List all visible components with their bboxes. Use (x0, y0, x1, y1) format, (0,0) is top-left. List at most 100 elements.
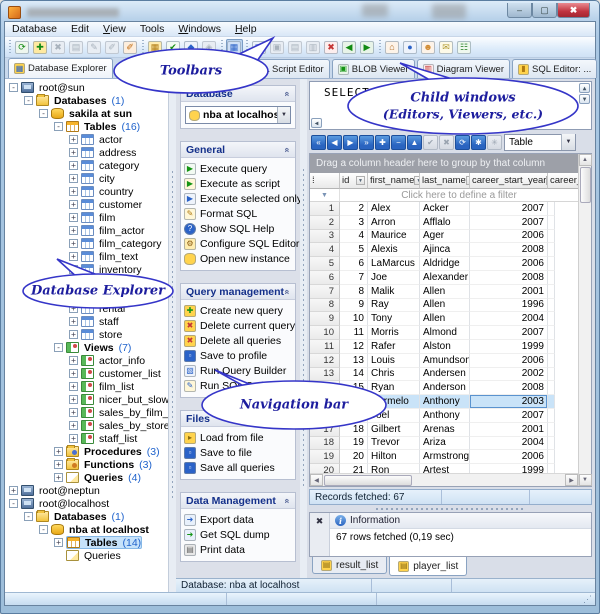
cell[interactable]: 2006 (470, 450, 548, 465)
cell[interactable]: Ajinca (420, 243, 470, 258)
cell[interactable] (548, 298, 555, 313)
cell[interactable]: Gilbert (368, 422, 420, 437)
row-number-cell[interactable]: 12 (310, 353, 340, 368)
scroll-down-icon[interactable]: ▼ (578, 474, 592, 486)
row-number-cell[interactable]: 17 (310, 422, 340, 437)
cell[interactable]: Arenas (420, 422, 470, 437)
vertical-scrollbar[interactable]: ▲ ▼ (578, 154, 592, 486)
navigate-forward-button[interactable]: ▶ (359, 39, 376, 56)
cell[interactable] (548, 408, 555, 423)
cell[interactable]: Tony (368, 312, 420, 327)
tree-expand-toggle[interactable]: - (54, 122, 63, 131)
filter-row[interactable]: ▼ Click here to define a filter (310, 189, 578, 202)
cell[interactable]: Ager (420, 229, 470, 244)
insert-record-button[interactable]: ✚ (375, 134, 390, 150)
nav-item-save-all-queries[interactable]: ▫ Save all queries (184, 460, 293, 475)
cell[interactable]: 11 (340, 326, 368, 340)
cell[interactable]: Anthony (420, 408, 470, 423)
cell[interactable]: Artest (420, 464, 470, 473)
nav-item-create-new-query[interactable]: ✚ Create new query (184, 303, 293, 318)
cell[interactable]: Malik (368, 284, 420, 299)
tree-item-sakila-at-sun[interactable]: - sakila at sun (5, 107, 168, 120)
cell[interactable]: 2001 (470, 422, 548, 437)
cell[interactable]: Ariza (420, 436, 470, 451)
table-row[interactable]: 13 14 Chris Andersen 2002 (310, 367, 578, 382)
tree-expand-toggle[interactable]: + (69, 135, 78, 144)
web-button[interactable]: ● (402, 39, 419, 56)
cell[interactable]: 7 (340, 270, 368, 285)
resize-grip[interactable]: ⋰ (583, 594, 595, 604)
cell[interactable]: Joel (368, 408, 420, 423)
cell[interactable]: LaMarcus (368, 257, 420, 271)
row-number-cell[interactable]: 19 (310, 450, 340, 465)
tree-item-film[interactable]: + film (5, 211, 168, 224)
tab-sql-script-editor[interactable]: ✎ SQL Script Editor (230, 59, 330, 78)
tree-expand-toggle[interactable]: + (69, 174, 78, 183)
row-number-cell[interactable]: 18 (310, 436, 340, 451)
cell[interactable]: 1996 (470, 298, 548, 313)
tree-item-category[interactable]: + category (5, 159, 168, 172)
cell[interactable]: Rafer (368, 339, 420, 354)
tree-expand-toggle[interactable]: - (24, 96, 33, 105)
cell[interactable]: 16 (340, 395, 368, 409)
tree-item-city[interactable]: + city (5, 172, 168, 185)
table-row[interactable]: 12 13 Louis Amundson 2006 (310, 353, 578, 368)
cell[interactable] (548, 229, 555, 244)
section-header[interactable]: Files « (181, 411, 295, 427)
minimize-button[interactable]: – (507, 3, 532, 18)
cell[interactable] (548, 270, 555, 285)
cascade-windows-button[interactable]: ▣ (269, 39, 286, 56)
nav-item-execute-selected-only[interactable]: ▶ Execute selected only (184, 191, 300, 206)
nav-item-show-sql-help[interactable]: ? Show SQL Help (184, 221, 293, 236)
table-row[interactable]: 10 11 Morris Almond 2007 (310, 326, 578, 340)
cell[interactable]: 2006 (470, 229, 548, 244)
table-row[interactable]: 18 19 Trevor Ariza 2004 (310, 436, 578, 451)
section-header[interactable]: Query management « (181, 284, 295, 300)
cell[interactable]: Ray (368, 298, 420, 313)
nav-item-run-sql-script-editor[interactable]: ✎ Run SQL Script Editor (184, 378, 300, 393)
tree-item-film-actor[interactable]: + film_actor (5, 224, 168, 237)
cell[interactable]: 2006 (470, 353, 548, 368)
cell[interactable] (548, 339, 555, 354)
tree-item-nicer-but-slower-film[interactable]: + nicer_but_slower_film (5, 393, 168, 406)
database-properties-button[interactable]: ▤ (68, 39, 85, 56)
tree-item-film-list[interactable]: + film_list (5, 380, 168, 393)
row-number-cell[interactable]: 15 (310, 395, 340, 409)
tree-expand-toggle[interactable]: + (69, 421, 78, 430)
cell[interactable]: Alex (368, 202, 420, 216)
cell[interactable] (548, 312, 555, 327)
row-number-cell[interactable]: 10 (310, 326, 340, 340)
cell[interactable]: Morris (368, 326, 420, 340)
cell[interactable]: Armstrong (420, 450, 470, 465)
tree-expand-toggle[interactable]: - (9, 499, 18, 508)
header-cell-first-name[interactable]: first_name▼ (368, 173, 420, 189)
header-cell-id[interactable]: id ▼ (340, 173, 368, 189)
cell[interactable]: 21 (340, 464, 368, 473)
tree-item-film-category[interactable]: + film_category (5, 237, 168, 250)
cell[interactable]: 10 (340, 312, 368, 327)
tree-item-payment[interactable]: + payment (5, 289, 168, 302)
tree-expand-toggle[interactable]: + (69, 187, 78, 196)
tree-expand-toggle[interactable]: + (69, 226, 78, 235)
tree-expand-toggle[interactable]: + (69, 317, 78, 326)
last-record-button[interactable]: » (359, 134, 374, 150)
post-edit-button[interactable]: ✔ (423, 134, 438, 150)
tree-expand-toggle[interactable]: - (9, 83, 18, 92)
visual-options-button[interactable]: ◆ (183, 39, 200, 56)
tree-item-customer-list[interactable]: + customer_list (5, 367, 168, 380)
cell[interactable]: 18 (340, 422, 368, 437)
tree-expand-toggle[interactable]: + (69, 213, 78, 222)
vscroll-thumb[interactable] (579, 167, 591, 203)
nav-item-load-from-file[interactable]: ▸ Load from file (184, 430, 293, 445)
cell[interactable]: 2004 (470, 312, 548, 327)
tree-expand-toggle[interactable]: + (69, 382, 78, 391)
cell[interactable]: 2007 (470, 202, 548, 216)
cell[interactable]: 2004 (470, 436, 548, 451)
table-row[interactable]: 7 8 Malik Allen 2001 (310, 284, 578, 299)
cell[interactable]: Andersen (420, 367, 470, 382)
header-cell-career-[interactable]: career_▼ (548, 173, 578, 189)
cell[interactable]: Maurice (368, 229, 420, 244)
refresh-button[interactable]: ⟳ (14, 39, 31, 56)
tree-item-language[interactable]: + language (5, 276, 168, 289)
tree-item-sales-by-film-categor[interactable]: + sales_by_film_categor (5, 406, 168, 419)
